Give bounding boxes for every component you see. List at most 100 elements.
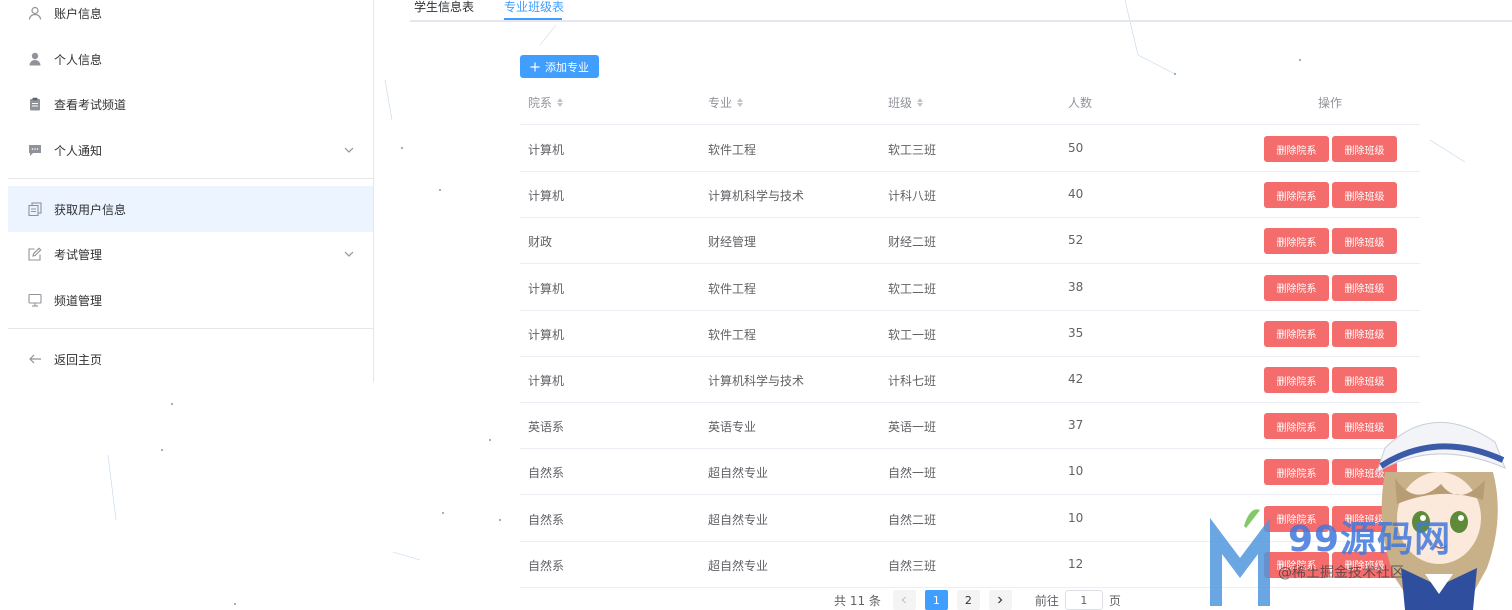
sidebar-menu: 账户信息 个人信息 查看考试频道 个人通知 获取用户信息 考试管理 频道管理 返…: [8, 0, 374, 382]
goto-label: 前往: [1034, 593, 1059, 608]
table-row: 计算机 计算机科学与技术 计科八班 40 删除院系 删除班级: [520, 172, 1420, 219]
tab-bar: 学生信息表 专业班级表: [410, 0, 1512, 22]
column-label: 班级: [888, 96, 913, 110]
cell-major: 财经管理: [708, 235, 757, 250]
delete-class-button[interactable]: 删除班级: [1332, 274, 1397, 301]
delete-class-button[interactable]: 删除班级: [1332, 136, 1397, 162]
page-number-button[interactable]: 1: [924, 590, 948, 610]
cell-dept: 计算机: [528, 281, 565, 296]
menu-divider: [8, 178, 373, 179]
goto-page-input[interactable]: [1064, 590, 1103, 610]
delete-dept-button[interactable]: 删除院系: [1264, 413, 1329, 440]
menu-divider: [8, 328, 373, 329]
cell-major: 软件工程: [708, 327, 757, 342]
cell-dept: 自然系: [528, 512, 565, 527]
cell-class: 财经二班: [888, 235, 937, 250]
column-label: 操作: [1318, 96, 1343, 110]
active-tab-indicator: [504, 18, 562, 20]
delete-class-button[interactable]: 删除班级: [1332, 367, 1397, 393]
cell-major: 英语专业: [708, 420, 757, 435]
pagination-total: 共 11 条: [834, 593, 881, 608]
sidebar-item-view-exam-channel[interactable]: 查看考试频道: [8, 81, 373, 127]
cell-count: 50: [1068, 141, 1084, 155]
table-row: 计算机 软件工程 软工一班 35 删除院系 删除班级: [520, 311, 1420, 357]
cell-dept: 英语系: [528, 420, 565, 435]
table-row: 英语系 英语专业 英语一班 37 删除院系 删除班级: [520, 403, 1420, 450]
monitor-icon: [28, 293, 42, 307]
table-header: 院系 专业 班级 人数 操作: [520, 78, 1420, 125]
sidebar-item-label: 获取用户信息: [54, 202, 127, 217]
cell-major: 软件工程: [708, 281, 757, 296]
add-major-label: 添加专业: [545, 60, 589, 74]
sidebar-item-label: 个人信息: [54, 52, 103, 67]
delete-class-button[interactable]: 删除班级: [1332, 182, 1397, 209]
column-header-class[interactable]: 班级: [888, 94, 924, 111]
column-header-major[interactable]: 专业: [708, 94, 744, 111]
cell-class: 英语一班: [888, 420, 937, 435]
sidebar-item-back-home[interactable]: 返回主页: [8, 336, 373, 382]
column-label: 院系: [528, 96, 553, 110]
delete-dept-button[interactable]: 删除院系: [1264, 367, 1329, 393]
cell-dept: 计算机: [528, 374, 565, 388]
watermark-sub: @稀土掘金技术社区: [1278, 565, 1404, 581]
column-header-actions: 操作: [1318, 94, 1342, 111]
sidebar-item-label: 频道管理: [54, 293, 103, 308]
watermark-logo: [1210, 509, 1270, 606]
cell-dept: 计算机: [528, 189, 565, 204]
delete-dept-button[interactable]: 删除院系: [1264, 274, 1329, 301]
cell-class: 自然二班: [888, 512, 937, 527]
chevron-down-icon: [344, 147, 354, 153]
clipboard-icon: [28, 97, 42, 111]
tab-major-class[interactable]: 专业班级表: [504, 0, 564, 15]
table-row: 计算机 软件工程 软工二班 38 删除院系 删除班级: [520, 265, 1420, 311]
sidebar-item-label: 查看考试频道: [54, 97, 127, 112]
cell-class: 软工一班: [888, 327, 937, 342]
sidebar-item-get-user-info[interactable]: 获取用户信息: [8, 186, 373, 232]
chevron-right-icon: [998, 596, 1003, 604]
pagination: 共 11 条 1 2 前往 页: [834, 590, 1121, 610]
sidebar-item-personal-notice[interactable]: 个人通知: [8, 127, 373, 173]
sidebar-item-label: 考试管理: [54, 247, 103, 262]
sort-caret-icon[interactable]: [737, 98, 744, 107]
delete-dept-button[interactable]: 删除院系: [1264, 228, 1329, 255]
tab-student-info[interactable]: 学生信息表: [414, 0, 474, 15]
cell-class: 软工二班: [888, 281, 937, 296]
page-suffix-label: 页: [1108, 593, 1121, 608]
sidebar-item-account-info[interactable]: 账户信息: [8, 0, 373, 36]
cell-count: 10: [1068, 510, 1084, 525]
chevron-left-icon: [902, 596, 907, 604]
cell-class: 计科七班: [888, 374, 937, 388]
watermark: 99源码网 @稀土掘金技术社区: [1210, 506, 1512, 610]
add-major-button[interactable]: 添加专业: [520, 55, 599, 78]
delete-dept-button[interactable]: 删除院系: [1264, 182, 1329, 209]
cell-major: 计算机科学与技术: [708, 374, 805, 388]
delete-dept-button[interactable]: 删除院系: [1264, 459, 1329, 486]
cell-count: 40: [1068, 187, 1084, 202]
sidebar-item-channel-management[interactable]: 频道管理: [8, 277, 373, 323]
next-page-button[interactable]: [988, 590, 1012, 610]
delete-class-button[interactable]: 删除班级: [1332, 228, 1397, 255]
cell-count: 42: [1068, 372, 1084, 386]
sidebar-item-personal-info[interactable]: 个人信息: [8, 36, 373, 82]
user-outline-icon: [28, 6, 42, 20]
delete-dept-button[interactable]: 删除院系: [1264, 320, 1329, 347]
column-header-dept[interactable]: 院系: [528, 94, 564, 111]
cell-count: 52: [1068, 233, 1084, 248]
cell-dept: 计算机: [528, 327, 565, 342]
sort-caret-icon[interactable]: [917, 98, 924, 107]
cell-major: 超自然专业: [708, 466, 769, 481]
cell-class: 软工三班: [888, 143, 937, 157]
sort-caret-icon[interactable]: [557, 98, 564, 107]
delete-class-button[interactable]: 删除班级: [1332, 320, 1397, 347]
cell-dept: 财政: [528, 235, 553, 250]
chevron-down-icon: [344, 251, 354, 257]
delete-dept-button[interactable]: 删除院系: [1264, 136, 1329, 162]
cell-class: 自然三班: [888, 558, 937, 573]
sidebar-item-label: 个人通知: [54, 143, 103, 158]
page-number-button[interactable]: 2: [956, 590, 980, 610]
back-arrow-icon: [28, 352, 42, 366]
plus-icon: [530, 62, 540, 71]
cell-dept: 自然系: [528, 558, 565, 573]
sidebar-item-exam-management[interactable]: 考试管理: [8, 231, 373, 277]
prev-page-button[interactable]: [892, 590, 916, 610]
